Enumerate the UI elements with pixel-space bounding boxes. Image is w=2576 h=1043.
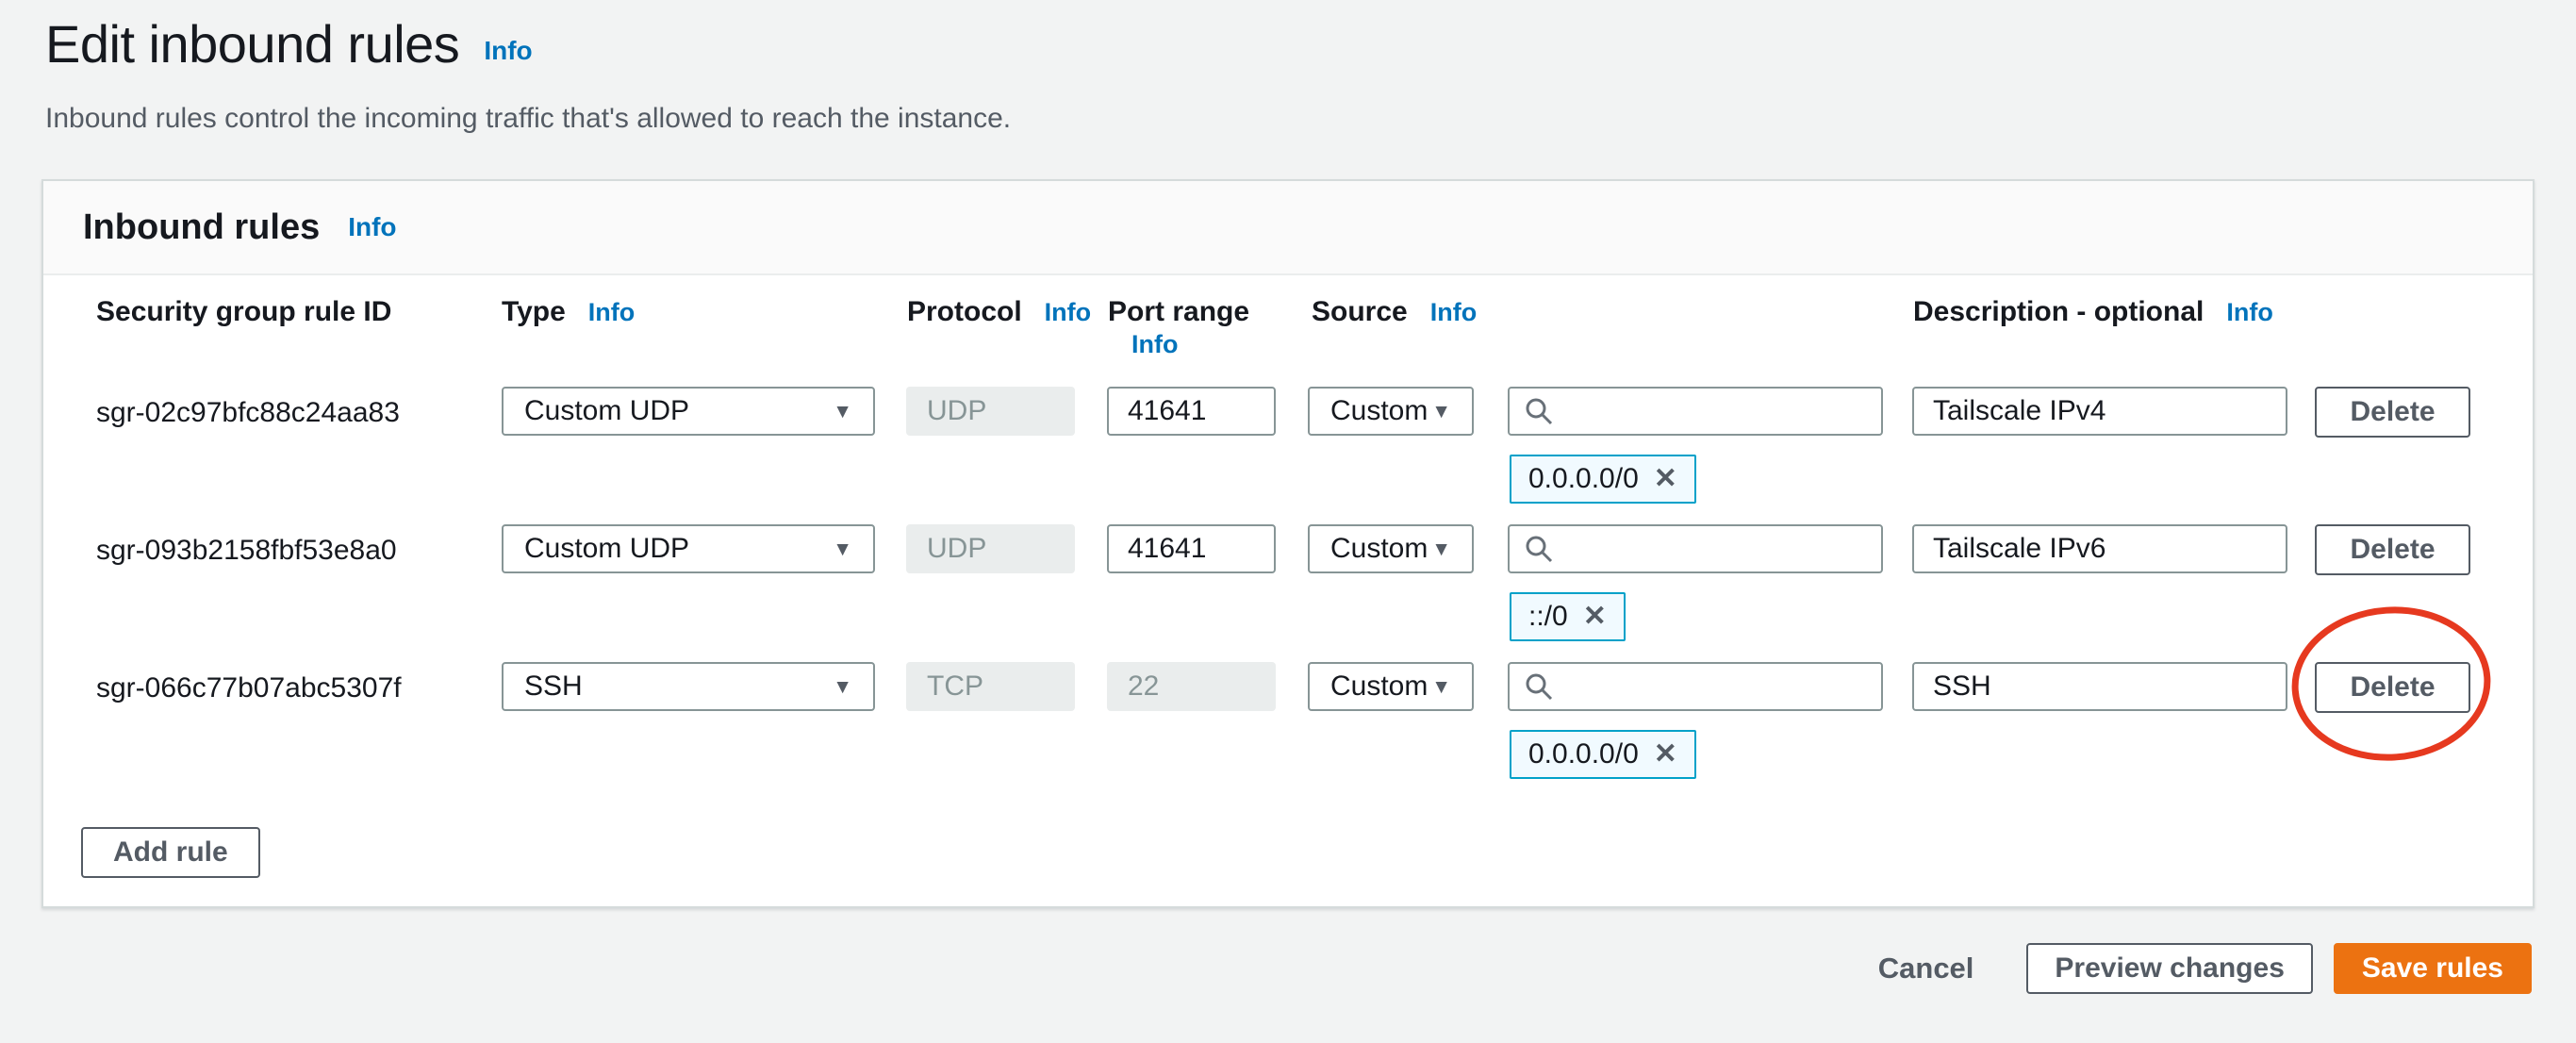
col-header-type: Type Info <box>502 296 635 328</box>
source-info-link[interactable]: Info <box>1430 298 1477 326</box>
source-cidr-value: ::/0 <box>1528 601 1568 633</box>
rule-id-text: sgr-093b2158fbf53e8a0 <box>96 535 397 567</box>
save-rules-button[interactable]: Save rules <box>2334 943 2532 994</box>
source-search-input[interactable] <box>1508 524 1883 573</box>
panel-title: Inbound rules <box>83 207 320 248</box>
preview-changes-button[interactable]: Preview changes <box>2026 943 2312 994</box>
col-header-source: Source Info <box>1312 296 1477 328</box>
source-select-value: Custom <box>1330 670 1428 703</box>
col-header-rule-id: Security group rule ID <box>96 296 391 328</box>
page-title: Edit inbound rules <box>45 13 459 74</box>
type-select[interactable]: Custom UDP ▼ <box>502 524 875 573</box>
source-select[interactable]: Custom ▼ <box>1308 387 1474 436</box>
type-select[interactable]: SSH ▼ <box>502 662 875 711</box>
source-cidr-chip: 0.0.0.0/0 ✕ <box>1510 455 1696 504</box>
col-header-description: Description - optional Info <box>1913 296 2273 328</box>
type-info-link[interactable]: Info <box>588 298 635 326</box>
source-select[interactable]: Custom ▼ <box>1308 524 1474 573</box>
description-field[interactable] <box>1912 662 2287 711</box>
caret-down-icon: ▼ <box>1431 539 1451 559</box>
rule-id-text: sgr-02c97bfc88c24aa83 <box>96 397 400 429</box>
cancel-button[interactable]: Cancel <box>1878 952 1974 985</box>
source-select[interactable]: Custom ▼ <box>1308 662 1474 711</box>
page-subtitle: Inbound rules control the incoming traff… <box>45 103 1011 135</box>
caret-down-icon: ▼ <box>833 677 852 697</box>
col-header-protocol-label: Protocol <box>907 296 1022 327</box>
source-cidr-chip: 0.0.0.0/0 ✕ <box>1510 730 1696 779</box>
col-header-type-label: Type <box>502 296 566 327</box>
col-header-description-label: Description - optional <box>1913 296 2204 327</box>
source-search-input[interactable] <box>1508 387 1883 436</box>
protocol-field <box>906 524 1075 573</box>
inbound-rules-panel: Inbound rules Info Security group rule I… <box>41 179 2535 908</box>
port-range-info-link[interactable]: Info <box>1131 330 1178 359</box>
panel-header: Inbound rules Info <box>43 181 2533 275</box>
source-search-input[interactable] <box>1508 662 1883 711</box>
source-select-value: Custom <box>1330 533 1428 565</box>
col-header-protocol: Protocol Info <box>907 296 1091 328</box>
caret-down-icon: ▼ <box>833 539 852 559</box>
source-select-value: Custom <box>1330 395 1428 427</box>
port-range-field[interactable] <box>1107 387 1276 436</box>
protocol-info-link[interactable]: Info <box>1045 298 1091 326</box>
rule-id-text: sgr-066c77b07abc5307f <box>96 672 402 704</box>
type-select-value: Custom UDP <box>524 533 689 565</box>
port-range-field[interactable] <box>1107 524 1276 573</box>
source-cidr-value: 0.0.0.0/0 <box>1528 463 1639 495</box>
source-cidr-chip: ::/0 ✕ <box>1510 592 1626 641</box>
table-header-row: Security group rule ID Type Info Protocol… <box>43 296 2533 334</box>
panel-title-info-link[interactable]: Info <box>348 212 396 242</box>
close-icon[interactable]: ✕ <box>1654 740 1677 769</box>
col-header-source-label: Source <box>1312 296 1408 327</box>
type-select[interactable]: Custom UDP ▼ <box>502 387 875 436</box>
description-field[interactable] <box>1912 387 2287 436</box>
col-header-port-range: Port range <box>1108 296 1249 328</box>
table-row: sgr-066c77b07abc5307f SSH ▼ Custom ▼ Del… <box>43 662 2533 713</box>
description-info-link[interactable]: Info <box>2226 298 2272 326</box>
caret-down-icon: ▼ <box>1431 402 1451 422</box>
footer-actions: Cancel Preview changes Save rules <box>1878 943 2532 994</box>
delete-rule-button[interactable]: Delete <box>2315 524 2470 575</box>
close-icon[interactable]: ✕ <box>1654 465 1677 493</box>
caret-down-icon: ▼ <box>1431 677 1451 697</box>
source-cidr-value: 0.0.0.0/0 <box>1528 738 1639 770</box>
table-row: sgr-02c97bfc88c24aa83 Custom UDP ▼ Custo… <box>43 387 2533 438</box>
port-range-field <box>1107 662 1276 711</box>
protocol-field <box>906 662 1075 711</box>
caret-down-icon: ▼ <box>833 402 852 422</box>
close-icon[interactable]: ✕ <box>1583 603 1607 631</box>
delete-rule-button[interactable]: Delete <box>2315 387 2470 438</box>
page-title-info-link[interactable]: Info <box>484 36 532 74</box>
type-select-value: Custom UDP <box>524 395 689 427</box>
description-field[interactable] <box>1912 524 2287 573</box>
page-header: Edit inbound rules Info Inbound rules co… <box>45 13 1011 135</box>
protocol-field <box>906 387 1075 436</box>
table-row: sgr-093b2158fbf53e8a0 Custom UDP ▼ Custo… <box>43 524 2533 575</box>
add-rule-button[interactable]: Add rule <box>81 827 260 878</box>
delete-rule-button[interactable]: Delete <box>2315 662 2470 713</box>
type-select-value: SSH <box>524 670 583 703</box>
